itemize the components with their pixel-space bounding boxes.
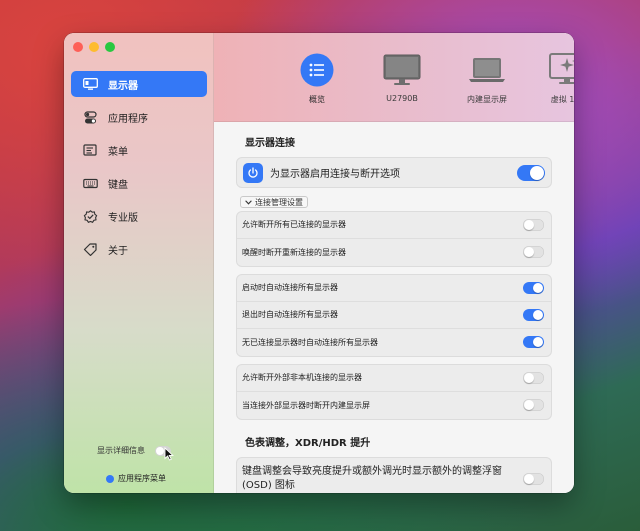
osd-toggle[interactable] xyxy=(523,472,544,485)
list-icon xyxy=(300,53,334,87)
pro-badge-icon xyxy=(83,209,98,223)
settings-group-2: 启动时自动连接所有显示器 退出时自动连接所有显示器 无已连接显示器时自动连接所有… xyxy=(236,273,552,357)
sidebar-item-apps[interactable]: 应用程序 xyxy=(71,104,207,130)
app-toggle-icon xyxy=(84,110,97,123)
monitor-icon xyxy=(383,54,421,85)
laptop-icon xyxy=(469,58,505,82)
tab-label: 虚拟 16:9 xyxy=(550,95,574,104)
main-panel: 概览 U2790B 内建显示屏 虚拟 16:9 xyxy=(214,33,574,493)
sidebar-item-displays[interactable]: 显示器 xyxy=(71,71,207,97)
sidebar-item-label: 菜单 xyxy=(108,146,128,158)
chevron-down-icon xyxy=(245,199,252,205)
sidebar-item-label: 专业版 xyxy=(108,212,138,224)
connection-settings-disclosure[interactable]: 连接管理设置 xyxy=(240,196,308,208)
tab-label: 内建显示屏 xyxy=(467,95,507,104)
connection-main-label: 为显示器启用连接与断开选项 xyxy=(270,169,400,180)
sidebar-item-pro[interactable]: 专业版 xyxy=(71,203,207,229)
row-toggle[interactable] xyxy=(523,371,544,384)
row-toggle[interactable] xyxy=(523,218,544,231)
list-item: 无已连接显示器时自动连接所有显示器 xyxy=(237,329,551,356)
row-label: 退出时自动连接所有显示器 xyxy=(242,310,338,319)
sidebar-item-menu[interactable]: 菜单 xyxy=(71,137,207,163)
sidebar-item-keyboard[interactable]: 键盘 xyxy=(71,170,207,196)
sidebar-item-label: 关于 xyxy=(108,245,128,257)
row-toggle[interactable] xyxy=(523,246,544,258)
row-label: 当连接外部显示器时断开内建显示屏 xyxy=(242,400,370,410)
section-title-connection: 显示器连接 xyxy=(245,138,295,149)
display-tab-bar: 概览 U2790B 内建显示屏 虚拟 16:9 xyxy=(214,33,574,122)
list-item: 退出时自动连接所有显示器 xyxy=(237,302,551,329)
window-controls xyxy=(73,42,115,52)
color-settings-card: 键盘调整会导致亮度提升或额外调光时显示额外的调整浮窗 (OSD) 图标 xyxy=(236,456,552,494)
sidebar-nav: 显示器 应用程序 菜单 键盘 专业版 关于 xyxy=(71,71,207,269)
row-label: 允许断开外部非本机连接的显示器 xyxy=(242,373,362,382)
sidebar-item-label: 显示器 xyxy=(108,80,138,92)
virtual-display-icon xyxy=(549,53,574,84)
row-label: 键盘调整会导致亮度提升或额外调光时显示额外的调整浮窗 (OSD) 图标 xyxy=(242,465,502,491)
tab-label: 概览 xyxy=(309,95,325,104)
sidebar-item-label: 应用程序 xyxy=(108,113,148,125)
zoom-window-button[interactable] xyxy=(105,42,115,52)
show-details-label: 显示详细信息 xyxy=(97,446,145,455)
tag-icon xyxy=(83,242,97,256)
row-label: 允许断开所有已连接的显示器 xyxy=(242,220,346,229)
sidebar-item-label: 键盘 xyxy=(108,179,128,191)
list-item: 启动时自动连接所有显示器 xyxy=(237,275,551,302)
app-menu-label: 应用程序菜单 xyxy=(118,474,166,483)
tab-virtual-display[interactable]: 虚拟 16:9 xyxy=(534,53,574,105)
section-title-color: 色表调整，XDR/HDR 提升 xyxy=(245,437,371,449)
connection-main-toggle[interactable] xyxy=(517,164,545,181)
row-toggle[interactable] xyxy=(523,399,544,411)
list-item: 允许断开所有已连接的显示器 xyxy=(237,212,551,239)
settings-content: 显示器连接 为显示器启用连接与断开选项 连接管理设置 允许断开所有已连接的显示器… xyxy=(236,122,552,493)
list-item: 当连接外部显示器时断开内建显示屏 xyxy=(237,392,551,419)
row-label: 启动时自动连接所有显示器 xyxy=(242,283,338,292)
settings-group-3: 允许断开外部非本机连接的显示器 当连接外部显示器时断开内建显示屏 xyxy=(236,363,552,420)
row-toggle[interactable] xyxy=(523,308,544,321)
list-item: 允许断开外部非本机连接的显示器 xyxy=(237,365,551,392)
display-icon xyxy=(83,77,98,90)
tab-builtin-display[interactable]: 内建显示屏 xyxy=(452,53,522,105)
disclosure-label: 连接管理设置 xyxy=(255,197,303,207)
tab-overview[interactable]: 概览 xyxy=(282,53,352,105)
show-details-row: 显示详细信息 xyxy=(64,445,214,456)
power-icon xyxy=(243,162,263,183)
list-item: 键盘调整会导致亮度提升或额外调光时显示额外的调整浮窗 (OSD) 图标 xyxy=(237,458,551,494)
row-toggle[interactable] xyxy=(523,336,544,348)
app-menu-link[interactable]: 应用程序菜单 xyxy=(64,473,214,484)
sidebar-item-about[interactable]: 关于 xyxy=(71,236,207,262)
tab-label: U2790B xyxy=(386,94,418,103)
list-item: 唤醒时断开重新连接的显示器 xyxy=(237,239,551,266)
app-menu-icon xyxy=(106,474,114,483)
row-label: 唤醒时断开重新连接的显示器 xyxy=(242,247,346,257)
sidebar: 显示器 应用程序 菜单 键盘 专业版 关于 显示详细信息 应用程序菜单 xyxy=(64,33,214,493)
row-label: 无已连接显示器时自动连接所有显示器 xyxy=(242,337,378,347)
mouse-cursor-icon xyxy=(164,447,174,461)
close-window-button[interactable] xyxy=(73,42,83,52)
app-window: 显示器 应用程序 菜单 键盘 专业版 关于 显示详细信息 应用程序菜单 概览 U… xyxy=(64,33,574,493)
keyboard-icon xyxy=(83,178,98,188)
settings-group-1: 允许断开所有已连接的显示器 唤醒时断开重新连接的显示器 xyxy=(236,210,552,267)
menu-list-icon xyxy=(83,143,97,156)
minimize-window-button[interactable] xyxy=(89,42,99,52)
row-toggle[interactable] xyxy=(523,281,544,294)
connection-main-row: 为显示器启用连接与断开选项 xyxy=(236,157,552,188)
tab-u2790b[interactable]: U2790B xyxy=(367,53,437,103)
